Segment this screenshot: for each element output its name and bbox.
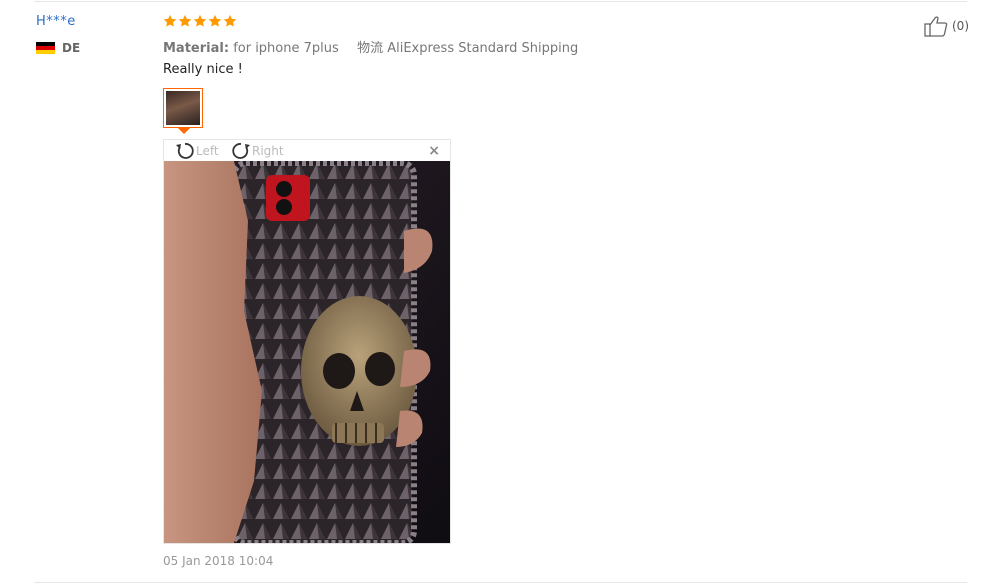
rotate-left-label: Left [196, 144, 219, 158]
germany-flag-icon [36, 42, 55, 54]
material-label: Material: [163, 41, 230, 56]
top-divider [34, 1, 967, 2]
material-value: for iphone 7plus [233, 41, 339, 56]
bottom-divider [34, 582, 967, 583]
star-icon [208, 14, 222, 27]
photo-viewer-toolbar: Left Right × [164, 140, 450, 161]
star-icon [163, 14, 177, 27]
shipping-value: AliExpress Standard Shipping [387, 41, 579, 56]
photo-viewer: Left Right × [163, 139, 451, 544]
review-photo [164, 161, 450, 543]
thumbnail-image [166, 91, 200, 125]
rotate-left-button[interactable]: Left [174, 141, 219, 161]
star-icon [178, 14, 192, 27]
country-code: DE [62, 41, 81, 55]
review-date: 05 Jan 2018 10:04 [163, 554, 274, 568]
rotate-right-icon [232, 143, 250, 159]
helpful-button[interactable]: (0) [924, 15, 969, 37]
rotate-right-label: Right [252, 144, 284, 158]
order-attributes: Material: for iphone 7plus 物流 AliExpress… [163, 37, 578, 56]
rotate-left-icon [176, 143, 194, 159]
reviewer-country: DE [36, 41, 80, 55]
phone-case-photo [164, 161, 450, 543]
helpful-count: (0) [952, 19, 969, 33]
thumbnail-pointer [178, 128, 190, 134]
reviewer-name[interactable]: H***e [36, 14, 76, 29]
rotate-right-button[interactable]: Right [230, 141, 284, 161]
shipping-label: 物流 [357, 41, 384, 56]
star-icon [193, 14, 207, 27]
review-photo-thumbnail[interactable] [163, 88, 203, 134]
thumbs-up-icon [924, 16, 948, 37]
star-rating [163, 14, 237, 28]
review-text: Really nice ! [163, 62, 243, 77]
close-viewer-button[interactable]: × [428, 144, 440, 158]
star-icon [223, 14, 237, 27]
